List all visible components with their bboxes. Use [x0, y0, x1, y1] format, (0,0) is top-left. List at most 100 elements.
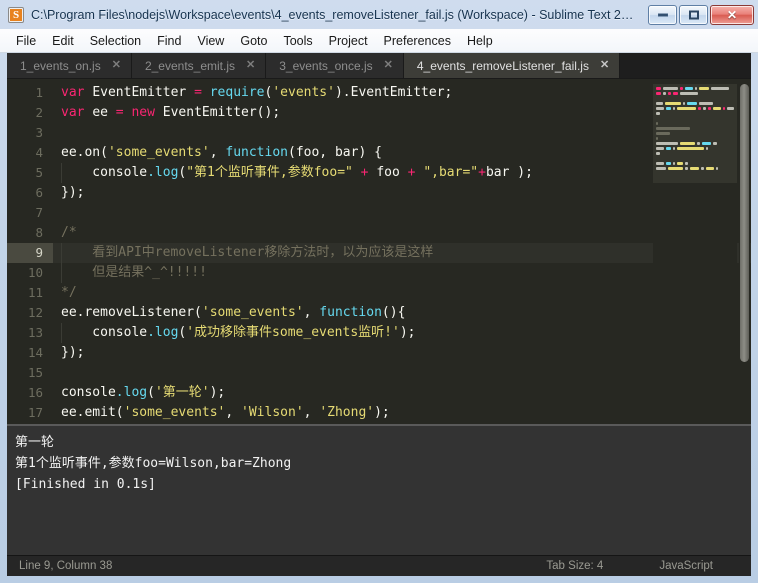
code-line[interactable]: 9 看到API中removeListener移除方法时，以为应该是这样 [7, 243, 751, 263]
code-text[interactable]: /* [53, 223, 751, 243]
code-token: + [352, 165, 377, 180]
code-line[interactable]: 12 ee.removeListener('some_events', funct… [7, 303, 751, 323]
minimap[interactable] [653, 80, 737, 424]
editor-tab[interactable]: 1_events_on.js ✕ [7, 53, 132, 78]
code-text[interactable]: 看到API中removeListener移除方法时，以为应该是这样 [53, 243, 751, 263]
code-line[interactable]: 4 ee.on('some_events', function(foo, bar)… [7, 143, 751, 163]
tab-close-icon[interactable]: ✕ [246, 60, 255, 71]
menu-item-edit[interactable]: Edit [44, 31, 82, 51]
code-line[interactable]: 13 console.log('成功移除事件some_events监听!'); [7, 323, 751, 343]
code-text[interactable] [53, 123, 751, 143]
cursor-position[interactable]: Line 9, Column 38 [7, 560, 546, 572]
minimap-token [726, 107, 734, 110]
code-line[interactable]: 16 console.log('第一轮'); [7, 383, 751, 403]
menu-item-help[interactable]: Help [459, 31, 501, 51]
code-line[interactable]: 11 */ [7, 283, 751, 303]
code-text[interactable] [53, 363, 751, 383]
menu-item-tools[interactable]: Tools [275, 31, 320, 51]
menu-item-file[interactable]: File [8, 31, 44, 51]
editor[interactable]: 1 var EventEmitter = require('events').Ev… [7, 80, 751, 424]
code-token: EventEmitter(); [162, 105, 281, 120]
code-text[interactable]: ee.on('some_events', function(foo, bar) … [53, 143, 751, 163]
minimap-token [702, 107, 707, 110]
code-line[interactable]: 6}); [7, 183, 751, 203]
tab-bar-filler [620, 53, 751, 78]
code-text[interactable]: ee.removeListener('some_events', functio… [53, 303, 751, 323]
minimap-token [697, 142, 700, 145]
syntax-indicator[interactable]: JavaScript [659, 560, 713, 572]
minimap-line [656, 97, 734, 100]
code-token: 'Wilson' [241, 405, 304, 420]
build-output-panel[interactable]: 第一轮 第1个监听事件,参数foo=Wilson,bar=Zhong [Finish… [7, 424, 751, 555]
code-line[interactable]: 5 console.log("第1个监听事件,参数foo=" + foo + "… [7, 163, 751, 183]
code-token: 'Zhong' [319, 405, 375, 420]
tab-close-icon[interactable]: ✕ [112, 60, 121, 71]
code-text[interactable]: console.log("第1个监听事件,参数foo=" + foo + ",b… [53, 163, 751, 183]
code-text[interactable] [53, 203, 751, 223]
editor-tab[interactable]: 2_events_emit.js ✕ [131, 53, 267, 78]
menu-item-goto[interactable]: Goto [232, 31, 275, 51]
code-line[interactable]: 1 var EventEmitter = require('events').Ev… [7, 83, 751, 103]
minimap-line [656, 112, 734, 115]
code-text[interactable]: */ [53, 283, 751, 303]
code-token: 'some_events' [123, 405, 226, 420]
vertical-scrollbar[interactable] [739, 82, 750, 424]
menu-item-project[interactable]: Project [321, 31, 376, 51]
code-line[interactable]: 17 ee.emit('some_events', 'Wilson', 'Zhon… [7, 403, 751, 423]
code-line[interactable]: 10 但是结果^_^!!!!! [7, 263, 751, 283]
code-text[interactable]: console.log('第一轮'); [53, 383, 751, 403]
code-token: function [319, 305, 382, 320]
line-number: 12 [27, 305, 43, 320]
minimap-line [656, 127, 734, 130]
code-text[interactable]: }); [53, 183, 751, 203]
tab-size-indicator[interactable]: Tab Size: 4 [546, 560, 603, 572]
code-token: 但是结果^_^!!!!! [61, 265, 207, 280]
editor-tab[interactable]: 3_events_once.js ✕ [266, 53, 404, 78]
tab-close-icon[interactable]: ✕ [384, 60, 393, 71]
code-line[interactable]: 3 [7, 123, 751, 143]
code-token: 'events' [272, 85, 335, 100]
code-text[interactable]: var ee = new EventEmitter(); [53, 103, 751, 123]
tab-close-icon[interactable]: ✕ [600, 60, 609, 71]
minimap-line [656, 107, 734, 110]
code-text[interactable]: ee.emit('some_events', 'Wilson', 'Zhong'… [53, 403, 751, 423]
code-token: ee [92, 105, 116, 120]
code-token: bar ); [485, 165, 533, 180]
code-text[interactable]: }); [53, 343, 751, 363]
code-area[interactable]: 1 var EventEmitter = require('events').Ev… [7, 80, 751, 424]
minimap-token [662, 87, 679, 90]
close-button[interactable]: ✕ [710, 4, 754, 25]
line-number: 17 [27, 405, 43, 420]
minimap-line [656, 142, 734, 145]
code-line[interactable]: 15 [7, 363, 751, 383]
minimap-token [698, 107, 701, 110]
minimap-token [701, 142, 712, 145]
tab-bar: 1_events_on.js ✕ 2_events_emit.js ✕ 3_events… [7, 53, 751, 79]
code-text[interactable]: console.log('成功移除事件some_events监听!'); [53, 323, 751, 343]
editor-tab[interactable]: 4_events_removeListener_fail.js ✕ [403, 53, 621, 78]
code-line[interactable]: 7 [7, 203, 751, 223]
code-text[interactable]: var EventEmitter = require('events').Eve… [53, 83, 751, 103]
code-token: }); [61, 185, 85, 200]
window-controls: ✕ [648, 4, 754, 25]
menu-item-selection[interactable]: Selection [82, 31, 149, 51]
menu-item-view[interactable]: View [189, 31, 232, 51]
maximize-button[interactable] [679, 4, 708, 25]
menu-item-preferences[interactable]: Preferences [376, 31, 459, 51]
code-token: , [303, 405, 320, 420]
tab-label: 2_events_emit.js [144, 58, 235, 73]
minimap-token [656, 127, 690, 130]
code-line[interactable]: 2 var ee = new EventEmitter(); [7, 103, 751, 123]
code-token: .log [147, 325, 179, 340]
code-line[interactable]: 14}); [7, 343, 751, 363]
menu-item-find[interactable]: Find [149, 31, 189, 51]
code-text[interactable]: 但是结果^_^!!!!! [53, 263, 751, 283]
minimap-token [708, 107, 711, 110]
minimize-button[interactable] [648, 4, 677, 25]
minimap-line [656, 157, 734, 160]
minimap-token [679, 142, 696, 145]
minimap-token [705, 167, 714, 170]
scrollbar-thumb[interactable] [740, 84, 749, 362]
code-line[interactable]: 8 /* [7, 223, 751, 243]
code-token: + [478, 165, 486, 180]
